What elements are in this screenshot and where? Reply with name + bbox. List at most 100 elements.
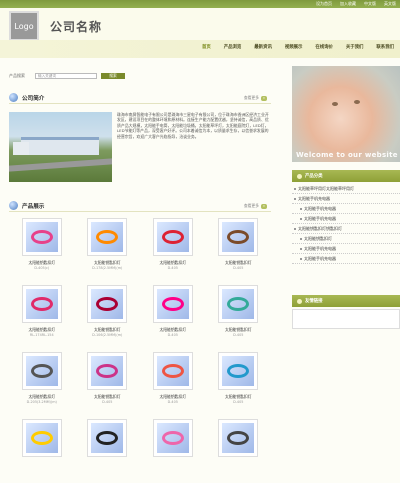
more-label: 查看更多	[243, 203, 259, 208]
product-image[interactable]	[21, 352, 62, 390]
product-card[interactable]	[75, 419, 141, 483]
product-card[interactable]: 太阳能钥匙扣灯 D-405	[140, 352, 206, 416]
product-image[interactable]	[218, 352, 259, 390]
product-image[interactable]	[152, 285, 193, 323]
product-image[interactable]	[87, 352, 128, 390]
product-card[interactable]: 太阳能钥匙扣灯 D-405	[140, 218, 206, 282]
nav-products[interactable]: 产品浏览	[224, 44, 242, 50]
product-card[interactable]: 太阳能钥匙扣灯 D-405(c)	[9, 218, 75, 282]
product-image[interactable]	[21, 218, 62, 256]
company-photo	[9, 112, 112, 182]
top-bar: 设为首页 加入收藏 中文版 英文版	[0, 0, 400, 8]
product-code: D-405	[167, 266, 178, 270]
english-version-link[interactable]: 英文版	[384, 1, 396, 7]
category-subitem[interactable]: 太阳能手机充电器	[292, 214, 400, 224]
nav-home[interactable]: 首页	[202, 44, 211, 50]
product-card[interactable]: 太阳能钥匙扣灯 D-405	[206, 218, 272, 282]
collar-icon	[30, 297, 53, 311]
search-input[interactable]: 输入关键词	[35, 72, 97, 79]
globe-icon	[9, 93, 18, 102]
collar-icon	[161, 230, 184, 244]
collar-icon	[30, 364, 53, 378]
product-image[interactable]	[218, 419, 259, 457]
category-item[interactable]: 太阳能草坪用灯太阳能草坪用灯	[292, 184, 400, 194]
product-card[interactable]: 太阳能钥匙扣灯 D-405	[206, 352, 272, 416]
product-code: D-178(2.5MM)(m)	[92, 266, 123, 270]
category-subitem[interactable]: 太阳能手机充电器	[292, 254, 400, 264]
banner-photo-detail	[354, 100, 360, 104]
set-home-link[interactable]: 设为首页	[316, 1, 332, 7]
product-card[interactable]: 太阳能钥匙扣灯 D-405	[75, 352, 141, 416]
bullet-icon	[297, 173, 302, 179]
factory-building	[21, 137, 99, 155]
products-title-bar: 产品展示 查看更多»	[9, 200, 271, 212]
factory-annex	[13, 142, 29, 155]
category-item[interactable]: 太阳能钥匙扣灯钥匙扣灯	[292, 224, 400, 234]
nav-videos[interactable]: 视频展示	[285, 44, 303, 50]
welcome-banner: Welcome to our website	[292, 66, 400, 162]
product-code: D-405	[167, 333, 178, 337]
product-image[interactable]	[152, 352, 193, 390]
product-code: RL-174RL-154	[29, 333, 54, 337]
product-code: D-106(2.5MM)(m)	[92, 333, 123, 337]
globe-icon	[9, 201, 18, 210]
product-card[interactable]: 太阳能钥匙扣灯 D-106(2.5MM)(m)	[75, 285, 141, 349]
product-card[interactable]: 太阳能钥匙扣灯 D-178(2.5MM)(m)	[75, 218, 141, 282]
logo[interactable]: Logo	[9, 11, 39, 41]
add-favorite-link[interactable]: 加入收藏	[340, 1, 356, 7]
search-label: 产品搜索	[9, 72, 25, 78]
product-image[interactable]	[21, 285, 62, 323]
nav-inquiry[interactable]: 在线询价	[315, 44, 333, 50]
chinese-version-link[interactable]: 中文版	[364, 1, 376, 7]
intro-text: 珠海市南屏智能电子有限公司是珠海市三星电子有限公司，位于珠海市香洲区经济工业开发…	[117, 112, 269, 139]
nav-news[interactable]: 最新资讯	[254, 44, 272, 50]
product-code: D-405	[102, 400, 113, 404]
product-image[interactable]	[87, 285, 128, 323]
product-image[interactable]	[87, 218, 128, 256]
nav-about[interactable]: 关于我们	[346, 44, 364, 50]
categories-header: 产品分类	[292, 170, 400, 182]
category-item[interactable]: 太阳能手机充电器	[292, 194, 400, 204]
collar-icon	[161, 297, 184, 311]
product-card[interactable]: 太阳能钥匙扣灯 RL-174RL-154	[9, 285, 75, 349]
road	[9, 158, 112, 172]
links-title: 友情链接	[305, 299, 323, 304]
bullet-icon	[297, 298, 302, 304]
product-grid: 太阳能钥匙扣灯 D-405(c) 太阳能钥匙扣灯 D-178(2.5MM)(m) 太阳能…	[9, 218, 271, 483]
product-code: D-405	[233, 400, 244, 404]
category-subitem[interactable]: 太阳能手机充电器	[292, 244, 400, 254]
product-image[interactable]	[152, 419, 193, 457]
product-card[interactable]: 太阳能钥匙扣灯 D-405	[206, 285, 272, 349]
product-image[interactable]	[218, 285, 259, 323]
product-image[interactable]	[152, 218, 193, 256]
company-name: 公司名称	[50, 20, 103, 34]
categories-title: 产品分类	[305, 174, 323, 179]
intro-more-link[interactable]: 查看更多»	[244, 95, 267, 101]
more-label: 查看更多	[243, 95, 259, 100]
product-image[interactable]	[21, 419, 62, 457]
product-code: D-205(3.2MM)(m)	[26, 400, 57, 404]
category-subitem[interactable]: 太阳能手机充电器	[292, 204, 400, 214]
products-title: 产品展示	[22, 203, 45, 210]
collar-icon	[30, 230, 53, 244]
products-more-link[interactable]: 查看更多»	[244, 203, 267, 209]
top-links: 设为首页 加入收藏 中文版 英文版	[316, 1, 396, 7]
product-card[interactable]	[9, 419, 75, 483]
more-arrow-icon: »	[261, 95, 267, 101]
collar-icon	[161, 431, 184, 445]
product-card[interactable]: 太阳能钥匙扣灯 D-405	[140, 285, 206, 349]
product-code: D-405(c)	[34, 266, 50, 270]
product-card[interactable]	[140, 419, 206, 483]
site-header: Logo 公司名称	[0, 8, 400, 41]
product-card[interactable]: 太阳能钥匙扣灯 D-205(3.2MM)(m)	[9, 352, 75, 416]
product-image[interactable]	[87, 419, 128, 457]
more-arrow-icon: »	[261, 203, 267, 209]
category-subitem[interactable]: 太阳能钥匙扣灯	[292, 234, 400, 244]
product-code: D-405	[167, 400, 178, 404]
nav-contact[interactable]: 联系我们	[376, 44, 394, 50]
search-button[interactable]: 搜索	[101, 72, 125, 79]
collar-icon	[30, 431, 53, 445]
product-image[interactable]	[218, 218, 259, 256]
search-row: 产品搜索 输入关键词 搜索	[9, 72, 125, 79]
product-card[interactable]	[206, 419, 272, 483]
